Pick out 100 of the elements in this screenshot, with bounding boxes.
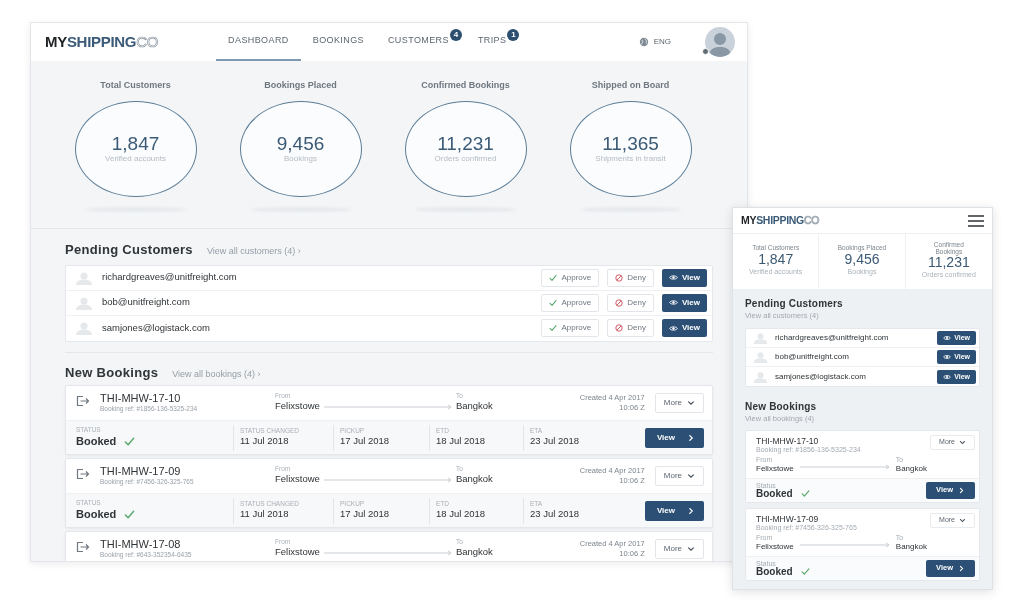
booking-export-icon: [76, 395, 90, 407]
eye-icon: [943, 353, 952, 362]
booking-status: Booked: [76, 506, 117, 522]
field-value: 18 Jul 2018: [436, 506, 487, 521]
menu-button[interactable]: [968, 214, 984, 227]
count-badge: 1: [507, 29, 520, 41]
field-value: 23 Jul 2018: [530, 506, 581, 521]
stat-title: Total Customers: [100, 79, 171, 91]
field-value: 11 Jul 2018: [240, 433, 290, 448]
stat-value: 11,231: [927, 255, 970, 271]
view-button[interactable]: View: [644, 427, 704, 448]
check-icon: [549, 298, 558, 307]
deny-button[interactable]: Deny: [607, 319, 654, 337]
deny-button[interactable]: Deny: [607, 293, 654, 312]
language-button[interactable]: ENG: [638, 36, 671, 48]
destination-port: Bangkok: [895, 540, 927, 553]
chevron-down-icon: [687, 472, 695, 480]
deny-icon: [615, 324, 624, 332]
chevron-right-icon: [687, 506, 695, 515]
chevron-down-icon: [687, 545, 695, 553]
chevron-right-icon: [958, 564, 965, 572]
chevron-down-icon: [959, 516, 966, 524]
stat-caption: Orders confirmed: [434, 153, 497, 165]
origin-port: Felixstowe: [275, 472, 320, 487]
customer-email: bob@unitfreight.com: [102, 295, 190, 310]
customer-email: richardgreaves@unitfreight.com: [102, 270, 237, 285]
booking-status: Booked: [76, 433, 117, 449]
customer-email: samjones@logistack.com: [775, 370, 866, 383]
destination-port: Bangkok: [455, 472, 493, 487]
booking-status: Booked: [756, 488, 793, 499]
check-icon: [549, 273, 558, 282]
deny-icon: [615, 273, 624, 282]
logo: MYSHIPPINGCO: [741, 212, 820, 228]
nav-tab[interactable]: TRIPS: [465, 23, 508, 61]
eye-icon: [668, 273, 678, 282]
view-button[interactable]: View: [661, 268, 707, 287]
menu-icon: [968, 214, 984, 227]
nav-tab[interactable]: CUSTOMERS: [375, 23, 450, 61]
eye-icon: [668, 298, 678, 307]
stat-value: 9,456: [276, 133, 325, 153]
origin-port: Felixstowe: [275, 545, 320, 560]
stat-value: 1,847: [758, 251, 794, 268]
deny-icon: [615, 298, 624, 307]
nav-tab[interactable]: DASHBOARD: [216, 23, 301, 61]
chevron-down-icon: [959, 438, 966, 446]
view-button[interactable]: View: [661, 319, 707, 337]
view-button[interactable]: View: [661, 293, 707, 312]
more-button[interactable]: More: [654, 539, 704, 559]
nav-tab[interactable]: BOOKINGS: [300, 23, 376, 61]
destination-port: Bangkok: [455, 399, 493, 414]
check-icon: [124, 435, 136, 447]
logo: MYSHIPPINGCO: [45, 31, 159, 52]
eye-icon: [943, 334, 952, 343]
section-heading: Pending Customers: [745, 298, 844, 310]
avatar-placeholder-icon: [752, 351, 769, 364]
stat-title: Confirmed Bookings: [421, 79, 510, 91]
stat-title: Bookings Placed: [264, 79, 337, 91]
customer-email: richardgreaves@unitfreight.com: [775, 332, 889, 345]
origin-port: Felixstowe: [756, 462, 794, 475]
section-heading: New Bookings: [65, 364, 159, 381]
chevron-right-icon: [687, 433, 695, 442]
avatar-placeholder-icon: [74, 295, 94, 310]
booking-export-icon: [76, 468, 90, 480]
destination-port: Bangkok: [455, 545, 493, 560]
more-button[interactable]: More: [654, 466, 704, 486]
avatar-placeholder-icon: [752, 370, 769, 383]
booking-id: THI-MHW-17-08: [100, 538, 182, 551]
avatar-placeholder-icon: [752, 332, 769, 345]
check-icon: [800, 489, 810, 499]
check-icon: [800, 567, 810, 577]
booking-id: THI-MHW-17-10: [100, 392, 182, 405]
more-button[interactable]: More: [654, 393, 704, 413]
origin-port: Felixstowe: [756, 540, 794, 553]
count-badge: 4: [449, 29, 462, 41]
stat-value: 9,456: [844, 251, 880, 268]
stat-caption: Verified accounts: [105, 153, 166, 165]
chevron-right-icon: [958, 486, 965, 494]
customer-email: samjones@logistack.com: [102, 320, 210, 335]
view-button[interactable]: View: [644, 500, 704, 521]
customer-email: bob@unitfreight.com: [775, 351, 849, 364]
origin-port: Felixstowe: [275, 399, 320, 414]
eye-icon: [943, 372, 952, 381]
booking-export-icon: [76, 541, 90, 553]
deny-button[interactable]: Deny: [607, 268, 654, 287]
booking-id: THI-MHW-17-09: [100, 465, 182, 478]
stat-value: 11,365: [602, 133, 659, 153]
section-heading: Pending Customers: [65, 242, 193, 258]
section-heading: New Bookings: [745, 401, 818, 414]
stat-caption: Bookings: [284, 153, 317, 165]
field-value: 17 Jul 2018: [340, 506, 391, 521]
status-dot: [702, 48, 709, 55]
chevron-down-icon: [687, 399, 695, 407]
stat-title: Shipped on Board: [591, 79, 670, 91]
user-avatar[interactable]: [705, 27, 735, 57]
approve-button[interactable]: Approve: [541, 293, 600, 312]
avatar-placeholder-icon: [74, 270, 94, 285]
stat-value: 11,231: [437, 133, 494, 153]
approve-button[interactable]: Approve: [541, 268, 600, 287]
eye-icon: [668, 323, 678, 333]
approve-button[interactable]: Approve: [541, 319, 600, 337]
